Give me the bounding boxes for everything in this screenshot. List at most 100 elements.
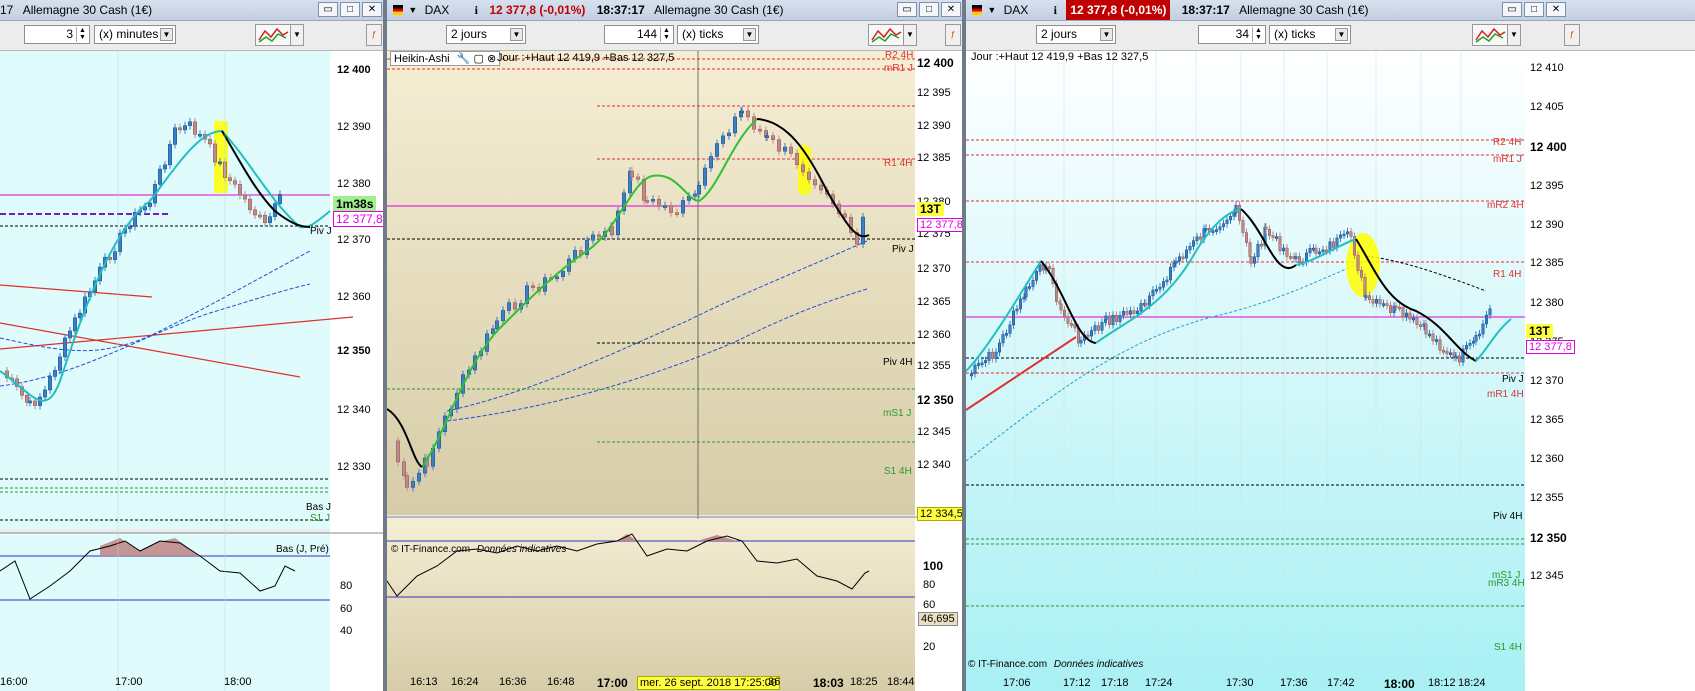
- spin-icon[interactable]: ▲ ▼: [76, 27, 88, 42]
- window-close-icon[interactable]: ✕: [1546, 2, 1566, 17]
- window-maximize-icon[interactable]: □: [340, 2, 360, 17]
- yaxis-label: 12 350: [337, 345, 371, 357]
- window-close-icon[interactable]: ✕: [362, 2, 382, 17]
- info-icon[interactable]: i: [1054, 0, 1057, 20]
- chevron-down-icon[interactable]: ▼: [290, 24, 304, 46]
- candle: [1188, 246, 1192, 251]
- candle: [58, 356, 62, 371]
- chevron-down-icon[interactable]: ▼: [1507, 24, 1521, 46]
- spin-icon[interactable]: ▲ ▼: [1252, 27, 1264, 42]
- candle: [765, 135, 769, 138]
- symbol-label[interactable]: DAX: [1004, 0, 1029, 20]
- candle: [1012, 310, 1015, 326]
- range-select[interactable]: 2 jours ▼: [446, 25, 526, 44]
- indicator-toolbar-icon[interactable]: [1472, 24, 1508, 46]
- candle: [984, 360, 987, 364]
- candle: [1424, 323, 1428, 335]
- chevron-down-icon[interactable]: ▼: [408, 0, 417, 20]
- chevron-down-icon[interactable]: ▼: [987, 0, 996, 20]
- symbol-label[interactable]: DAX: [425, 0, 450, 20]
- candle: [597, 234, 601, 238]
- candle: [238, 184, 242, 196]
- period-unit-select[interactable]: (x) minutes ▼: [94, 25, 176, 44]
- candle: [1048, 266, 1051, 269]
- candle: [218, 161, 222, 165]
- price-chart-middle[interactable]: [387, 51, 962, 691]
- ticks-unit-select[interactable]: (x) ticks ▼: [677, 25, 759, 44]
- dax-flag-icon: [393, 5, 403, 15]
- info-icon[interactable]: i: [475, 0, 478, 20]
- yaxis-label: 12 340: [917, 459, 951, 471]
- copyright-text: © IT-Finance.com: [968, 659, 1048, 670]
- candle: [980, 362, 984, 366]
- resistance-label: mR1 4H: [1487, 389, 1524, 400]
- candle: [1438, 339, 1442, 351]
- yaxis-background: [330, 51, 383, 691]
- candle: [1118, 315, 1122, 322]
- yaxis-label: 12 370: [337, 234, 371, 246]
- drawing-tool-icon[interactable]: ƒ: [1564, 24, 1580, 46]
- ticks-unit-select[interactable]: (x) ticks ▼: [1269, 25, 1351, 44]
- chevron-down-icon[interactable]: ▼: [903, 24, 917, 46]
- price-change: 12 377,8 (-0,01%): [1066, 0, 1171, 20]
- price-badge: 12 377,8: [333, 211, 383, 227]
- candle: [697, 185, 701, 195]
- candle: [1148, 295, 1151, 306]
- square-icon[interactable]: ▢: [473, 53, 483, 65]
- candle: [819, 184, 823, 191]
- price-chart-right[interactable]: [966, 51, 1695, 691]
- yaxis-label: 12 380: [1530, 297, 1564, 309]
- candle: [1019, 298, 1022, 310]
- candle: [1001, 334, 1005, 344]
- candle: [1282, 247, 1285, 252]
- candle: [1382, 303, 1385, 306]
- xaxis-label: 16:13: [410, 676, 438, 688]
- candle: [675, 212, 679, 215]
- osc-axis-label: 40: [340, 625, 353, 637]
- candle: [417, 472, 421, 482]
- timer-badge: 1m38s: [333, 196, 377, 212]
- window-minimize-icon[interactable]: ▭: [897, 2, 917, 17]
- candle: [208, 138, 212, 145]
- candle: [507, 302, 511, 311]
- close-circle-icon[interactable]: ⊗: [487, 53, 496, 65]
- ticks-value-input[interactable]: 34 ▲ ▼: [1198, 25, 1266, 44]
- candle: [740, 110, 744, 114]
- candle: [807, 171, 811, 180]
- period-value-input[interactable]: 3 ▲ ▼: [24, 25, 90, 44]
- ticks-value-input[interactable]: 144 ▲ ▼: [604, 25, 674, 44]
- candle: [113, 251, 117, 260]
- candle: [168, 144, 172, 166]
- cursor-time-badge: mer. 26 sept. 2018 17:25:00: [637, 676, 780, 690]
- candle: [1419, 324, 1422, 327]
- yaxis-label: 12 400: [337, 64, 371, 76]
- copyright: © IT-Finance.com Données indicatives: [968, 659, 1143, 670]
- price-chart-left[interactable]: [0, 51, 383, 691]
- xaxis-label: 17:12: [1063, 677, 1091, 689]
- range-select[interactable]: 2 jours ▼: [1036, 25, 1116, 44]
- candle: [1181, 256, 1185, 260]
- indicator-toolbar-icon[interactable]: [255, 24, 291, 46]
- candle: [1222, 223, 1225, 228]
- wrench-icon[interactable]: 🔧: [457, 53, 471, 65]
- tick-badge: 13T: [917, 202, 944, 216]
- candle: [1339, 234, 1342, 239]
- window-minimize-icon[interactable]: ▭: [318, 2, 338, 17]
- window-maximize-icon[interactable]: □: [919, 2, 939, 17]
- window-minimize-icon[interactable]: ▭: [1502, 2, 1522, 17]
- candle: [228, 177, 232, 181]
- yaxis-label: 12 345: [1530, 570, 1564, 582]
- candle: [233, 180, 237, 185]
- drawing-tool-icon[interactable]: ƒ: [945, 24, 961, 46]
- indicator-toolbar-icon[interactable]: [868, 24, 904, 46]
- candle: [1401, 307, 1405, 318]
- window-close-icon[interactable]: ✕: [941, 2, 961, 17]
- price-change: 12 377,8 (-0,01%): [489, 3, 586, 17]
- candle: [193, 121, 197, 135]
- candle: [746, 110, 750, 118]
- candle: [1211, 230, 1215, 233]
- chevron-down-icon: ▼: [1335, 28, 1348, 41]
- window-maximize-icon[interactable]: □: [1524, 2, 1544, 17]
- drawing-tool-icon[interactable]: ƒ: [366, 24, 382, 46]
- spin-icon[interactable]: ▲ ▼: [660, 27, 672, 42]
